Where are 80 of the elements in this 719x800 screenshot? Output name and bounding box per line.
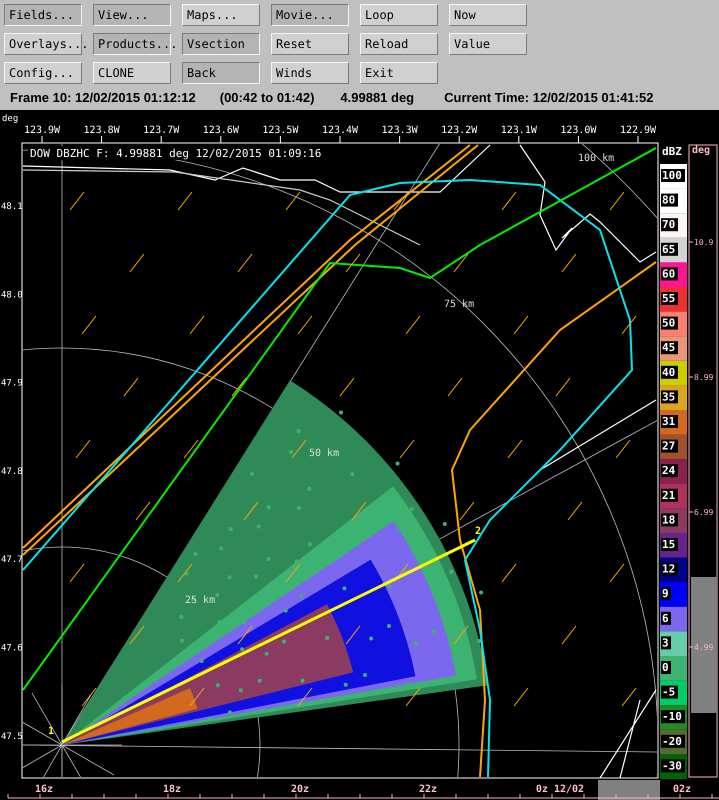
axis-label: 123.1W xyxy=(500,125,537,136)
time-label: 16z xyxy=(34,784,54,795)
scale-label: 6 xyxy=(661,612,671,625)
axis-label: 123.5W xyxy=(262,125,298,136)
scale-label: 45 xyxy=(661,341,678,354)
status-text: 4.99881 deg xyxy=(340,90,414,105)
time-label: 22z xyxy=(418,784,438,795)
toolbar-button[interactable]: Now xyxy=(449,4,527,26)
toolbar-button[interactable]: View... xyxy=(93,4,171,26)
toolbar-button[interactable]: Reload xyxy=(360,33,438,55)
time-label: 20z xyxy=(290,784,310,795)
scale-tick-label: 4.99 xyxy=(694,643,714,652)
scale-label: 60 xyxy=(661,267,678,280)
axis-label: 123.0W xyxy=(560,125,596,136)
toolbar-button[interactable]: Loop xyxy=(360,4,438,26)
axis-label: 123.7W xyxy=(143,125,180,136)
waypoint-label: 2 xyxy=(475,526,482,537)
scale-tick-label: 8.99 xyxy=(694,373,714,382)
status-text: (00:42 to 01:42) xyxy=(220,90,314,105)
axis-label: 123.4W xyxy=(322,125,358,136)
status-text: Frame 10: 12/02/2015 01:12:12 xyxy=(10,90,196,105)
scale-label: -30 xyxy=(661,759,685,772)
toolbar-button[interactable]: Movie... xyxy=(271,4,349,26)
toolbar-button[interactable]: Config... xyxy=(4,62,82,84)
scale-label: 3 xyxy=(661,636,671,650)
scale-label: 21 xyxy=(661,488,678,502)
scale-label: 70 xyxy=(661,218,678,232)
toolbar-button[interactable]: CLONE xyxy=(93,62,171,84)
scale-label: -10 xyxy=(661,710,685,724)
scale-title: dBZ xyxy=(662,145,682,158)
scale-label: 27 xyxy=(661,440,678,453)
scale-label: 35 xyxy=(661,390,678,404)
time-label: 02z xyxy=(672,784,692,795)
scale-label: 12 xyxy=(661,562,678,576)
toolbar-button[interactable]: Fields... xyxy=(4,4,82,26)
axis-label: 48.1 xyxy=(1,202,23,212)
scale-label: 40 xyxy=(661,366,678,379)
range-label: 50 km xyxy=(309,448,340,459)
axis-label: 47.6 xyxy=(1,644,23,654)
status-text: Current Time: 12/02/2015 01:41:52 xyxy=(444,90,654,105)
toolbar-button[interactable]: Vsection xyxy=(182,33,260,55)
axis-label: 123.6W xyxy=(202,125,239,136)
scale-tick-label: 10.9 xyxy=(694,238,714,247)
time-window-marker xyxy=(598,780,660,800)
scale-label: 100 xyxy=(661,169,685,182)
axis-label: 47.7 xyxy=(1,555,23,566)
scale-label: 18 xyxy=(661,513,678,526)
toolbar-button[interactable]: Value xyxy=(449,33,527,55)
scale-label: 31 xyxy=(661,415,678,428)
axis-label: 122.9W xyxy=(620,125,656,136)
axis-label: 123.3W xyxy=(382,125,418,136)
toolbar-button[interactable]: Maps... xyxy=(182,4,260,26)
plot-title: DOW DBZHC F: 4.99881 deg 12/02/2015 01:09:16 xyxy=(28,146,322,160)
axis-label: 123.2W xyxy=(441,125,478,136)
scale-label: -20 xyxy=(661,734,685,748)
range-label: 75 km xyxy=(444,299,474,310)
scale-tick-label: 6.99 xyxy=(694,508,714,517)
time-label: 18z xyxy=(162,784,182,795)
scale-label: 9 xyxy=(661,587,671,600)
toolbar-button[interactable]: Reset xyxy=(271,33,349,55)
time-label: 0z 12/02 xyxy=(536,784,584,795)
scale-label: 55 xyxy=(661,292,678,305)
scale-label: 50 xyxy=(661,316,678,330)
scale-label: 0 xyxy=(661,661,671,674)
scale-label: 65 xyxy=(661,242,678,256)
toolbar-button[interactable]: Winds xyxy=(271,62,349,84)
toolbar-button[interactable]: Exit xyxy=(360,62,438,84)
axis-label: 123.9W xyxy=(24,125,60,136)
range-label: 100 km xyxy=(578,153,614,164)
units-label: deg xyxy=(2,114,18,124)
scale-label: 80 xyxy=(661,194,678,207)
scale-label: -5 xyxy=(661,686,678,699)
toolbar-button[interactable]: Back xyxy=(182,62,260,84)
scale-label: 24 xyxy=(661,464,678,478)
axis-label: 47.5 xyxy=(1,732,23,742)
range-label: 25 km xyxy=(185,595,216,606)
scale-label: 15 xyxy=(661,538,678,551)
axis-label: 123.8W xyxy=(84,125,120,136)
waypoint-label: 1 xyxy=(48,726,54,737)
scale-title: deg xyxy=(692,145,710,156)
